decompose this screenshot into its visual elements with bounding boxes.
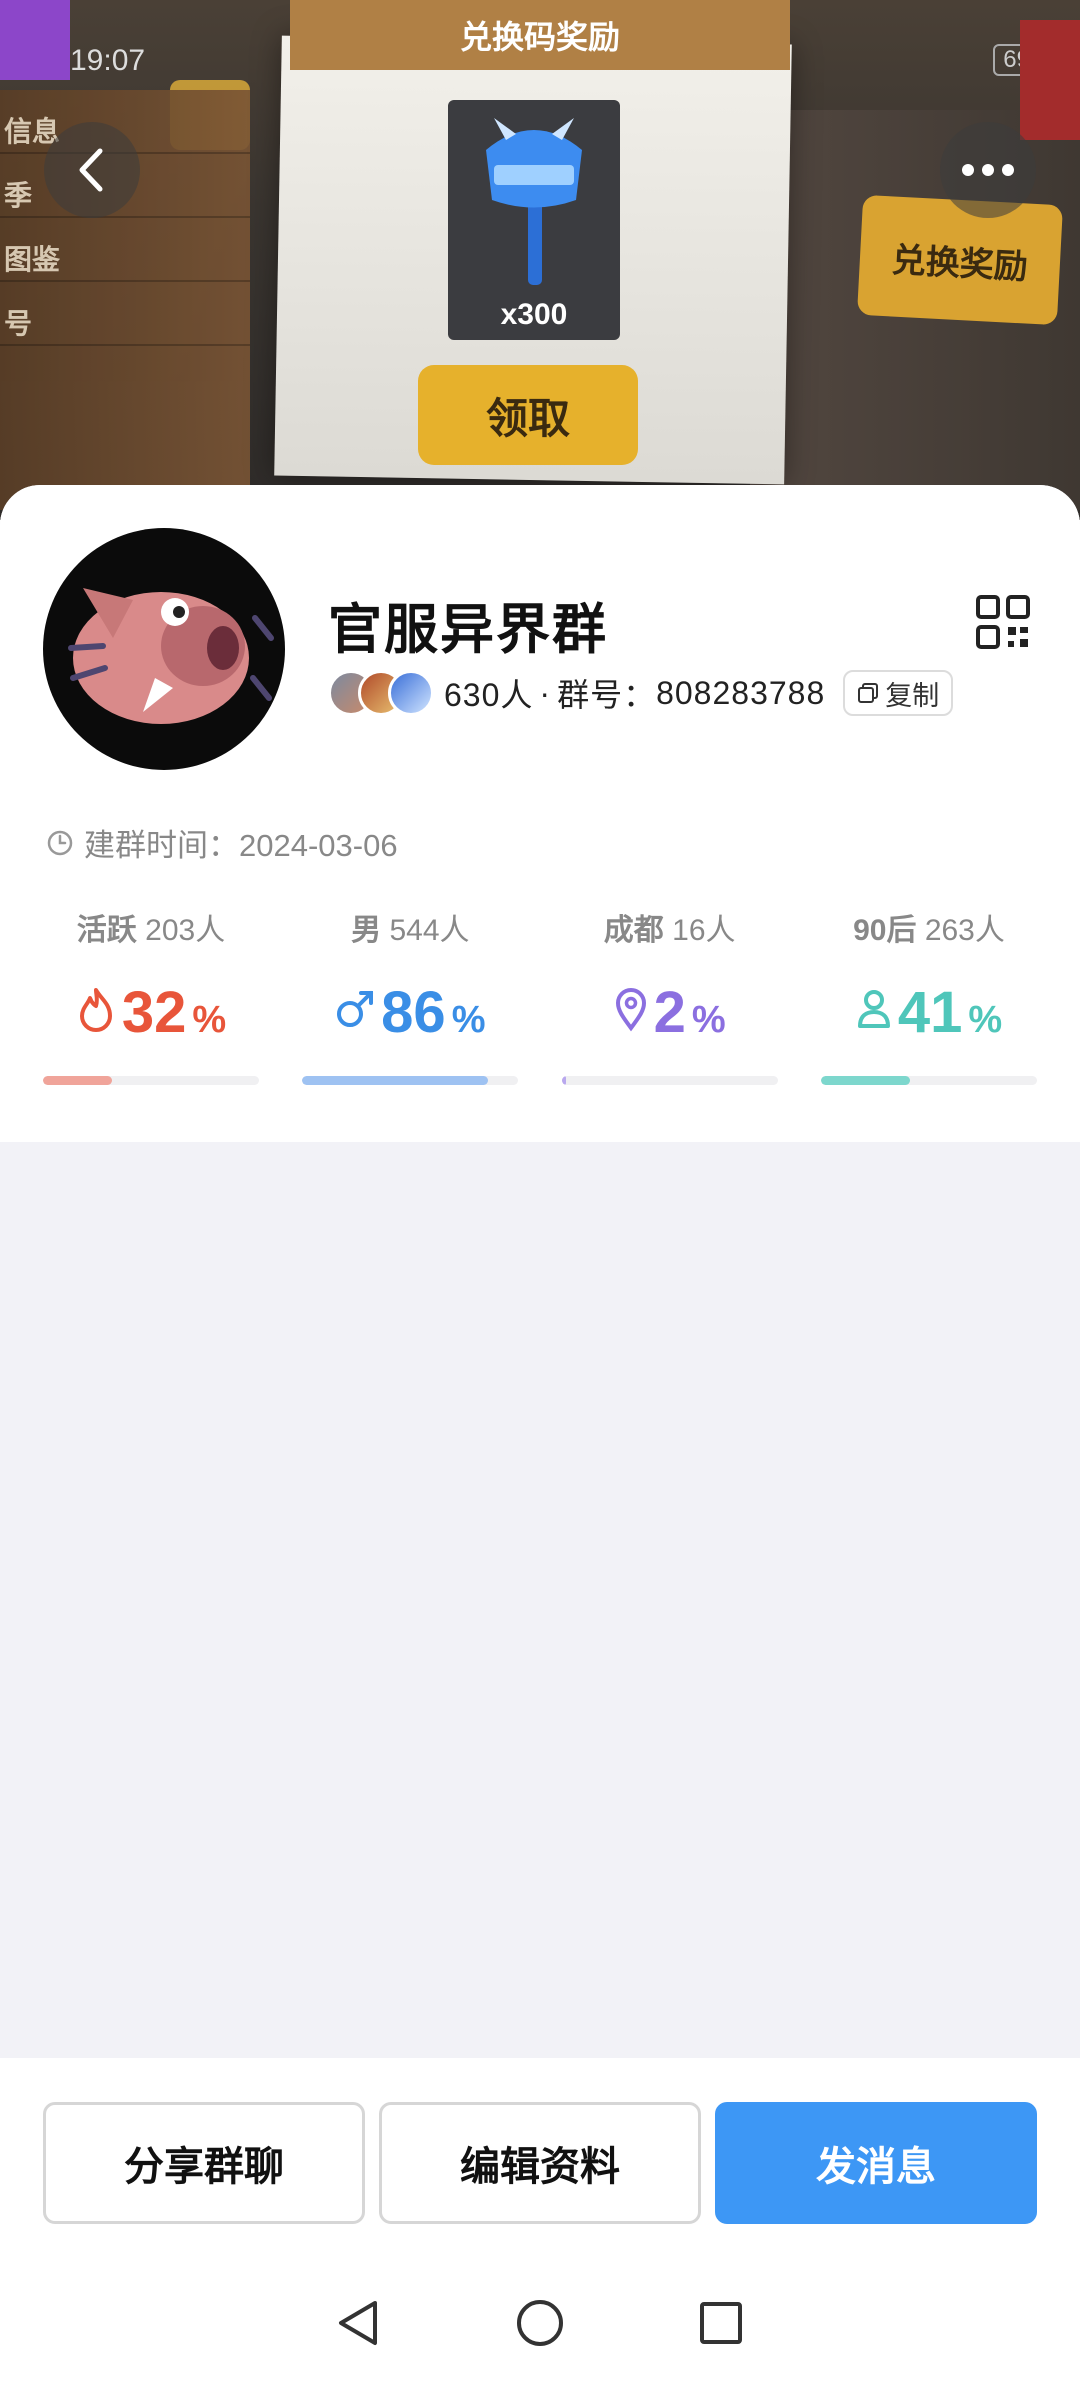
- stat-active[interactable]: 活跃 203人 32%: [43, 905, 259, 1085]
- group-profile-card: 官服异界群 630人 · 群号： 808283788 复制 建群时间：2024-…: [0, 485, 1080, 1142]
- meta-separator: ·: [539, 674, 552, 711]
- stat-male[interactable]: 男 544人 86%: [302, 905, 519, 1085]
- stat-label: 90后: [853, 914, 917, 947]
- created-date: 2024-03-06: [239, 828, 398, 863]
- game-claim-label: 领取: [418, 365, 638, 465]
- created-date-row: 建群时间：2024-03-06: [46, 820, 398, 865]
- action-buttons: 分享群聊 编辑资料 发消息: [43, 2102, 1037, 2224]
- pig-logo-icon: [68, 588, 274, 724]
- stat-value: 2: [653, 980, 686, 1045]
- flame-icon: [79, 988, 112, 1032]
- stat-unit: %: [968, 999, 1003, 1041]
- stat-count: 16人: [672, 914, 736, 947]
- stat-value: 41: [897, 980, 963, 1045]
- member-count: 630人: [444, 677, 534, 713]
- group-stats: 活跃 203人 32% 男 544人 86% 成都 16人 2 % 90后 26…: [43, 905, 1037, 1085]
- status-time: 19:07: [70, 44, 146, 77]
- group-number: 808283788: [656, 674, 826, 711]
- game-redeem-label: 兑换奖励: [856, 194, 1064, 326]
- stat-label: 男: [351, 914, 382, 947]
- stat-progress-fill: [302, 1076, 489, 1085]
- group-avatar[interactable]: [43, 528, 285, 770]
- stat-progress: [561, 1076, 778, 1085]
- system-nav-bar: [0, 2278, 1080, 2368]
- edit-profile-button[interactable]: 编辑资料: [379, 2102, 701, 2224]
- back-button[interactable]: [44, 122, 140, 218]
- member-avatar: [388, 670, 434, 716]
- game-side-menu-item: 图鉴: [0, 218, 250, 282]
- person-icon: [857, 990, 890, 1028]
- stat-progress-fill: [43, 1076, 113, 1085]
- stat-unit: %: [451, 999, 486, 1041]
- stat-count: 263人: [924, 914, 1005, 947]
- game-side-menu-item: 号: [0, 282, 250, 346]
- created-label: 建群时间：: [84, 828, 239, 863]
- copy-icon: [858, 683, 879, 703]
- stat-label: 成都: [603, 914, 664, 947]
- game-item-count: x300: [500, 298, 568, 331]
- stat-value: 32: [121, 980, 187, 1045]
- location-pin-icon: [615, 988, 646, 1032]
- stat-location[interactable]: 成都 16人 2%: [561, 905, 778, 1085]
- stat-count: 544人: [389, 914, 470, 947]
- stat-unit: %: [192, 999, 227, 1041]
- stat-value: 86: [381, 980, 446, 1045]
- more-options-button[interactable]: [940, 122, 1036, 218]
- copy-label: 复制: [885, 680, 940, 711]
- stat-unit: %: [691, 999, 726, 1041]
- bottom-action-bar: 分享群聊 编辑资料 发消息: [0, 2058, 1080, 2382]
- member-avatars[interactable]: [328, 670, 436, 716]
- nav-back-icon[interactable]: [331, 2295, 387, 2351]
- stat-progress: [43, 1076, 259, 1085]
- share-group-button[interactable]: 分享群聊: [43, 2102, 365, 2224]
- copy-button[interactable]: 复制: [843, 670, 954, 716]
- clock-icon: [47, 830, 73, 855]
- stat-label: 活跃: [76, 914, 137, 947]
- stat-progress-fill: [820, 1076, 910, 1085]
- chevron-left-icon: [79, 148, 103, 192]
- stat-progress-fill: [561, 1076, 566, 1085]
- hammer-icon: [486, 118, 582, 285]
- stat-progress: [302, 1076, 519, 1085]
- group-meta-row: 630人 · 群号： 808283788 复制: [328, 666, 954, 720]
- more-dots-icon: [962, 164, 1014, 176]
- stat-count: 203人: [145, 914, 226, 947]
- group-name: 官服异界群: [328, 600, 608, 660]
- male-icon: [337, 991, 374, 1027]
- qr-code-icon[interactable]: [976, 595, 1030, 649]
- nav-home-icon[interactable]: [512, 2295, 568, 2351]
- decorative-block: [0, 0, 70, 80]
- header-background-image: 19:07 69 信息 季 图鉴 号 兑换奖励 兑换码奖励 x300 领取: [0, 0, 1080, 520]
- game-reward-item: x300: [448, 100, 620, 340]
- game-reward-title: 兑换码奖励: [290, 0, 790, 70]
- stat-age[interactable]: 90后 263人 41%: [820, 905, 1037, 1085]
- send-message-button[interactable]: 发消息: [715, 2102, 1037, 2224]
- decorative-block: [1020, 20, 1080, 140]
- nav-recents-icon[interactable]: [693, 2295, 749, 2351]
- group-number-label: 群号：: [557, 677, 657, 713]
- stat-progress: [820, 1076, 1037, 1085]
